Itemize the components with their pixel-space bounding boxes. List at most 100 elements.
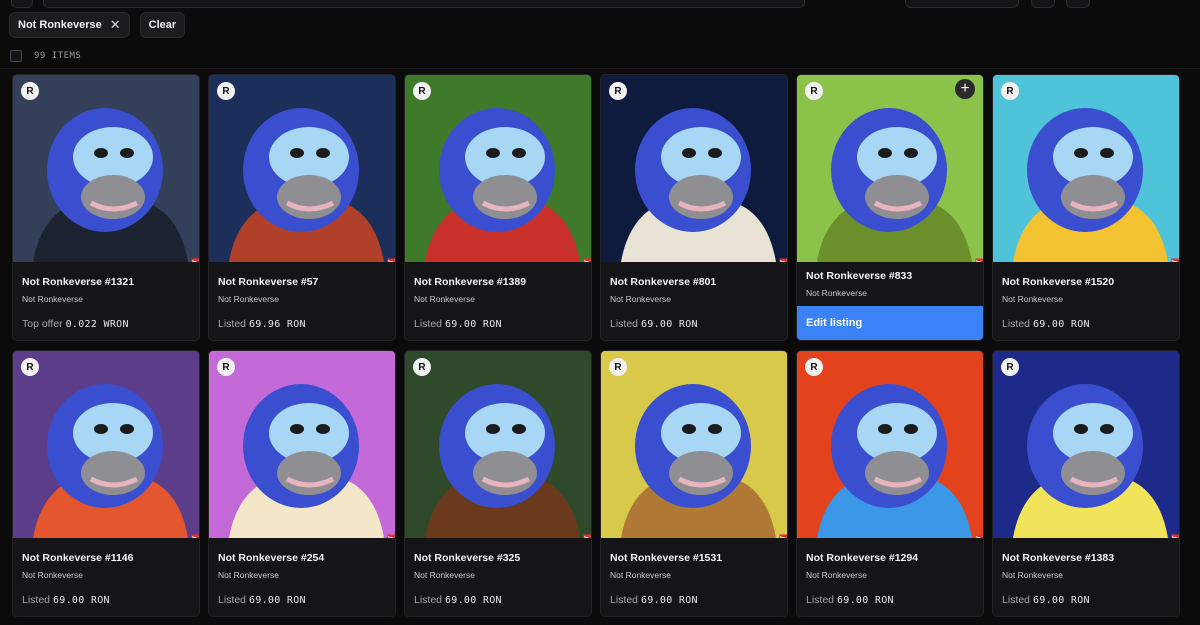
price-label: Listed xyxy=(414,594,443,606)
price-value: 69.96 RON xyxy=(248,319,306,330)
price-label: Listed xyxy=(414,318,443,330)
search-bar[interactable] xyxy=(43,0,805,8)
filter-chip[interactable]: Not Ronkeverse ✕ xyxy=(9,12,130,38)
price-row: Listed 69.00 RON xyxy=(414,594,502,606)
nft-card[interactable]: R FAN ART Not Ronkeverse #1531 Not Ronke… xyxy=(600,350,788,617)
nft-image[interactable]: R FAN ART xyxy=(209,351,395,538)
price-label: Listed xyxy=(1002,318,1031,330)
collection-name: Not Ronkeverse xyxy=(414,294,475,304)
price-label: Listed xyxy=(806,594,835,606)
edit-listing-button[interactable]: Edit listing xyxy=(797,306,983,340)
price-row: Listed 69.00 RON xyxy=(22,594,110,606)
fan-art-label: FAN ART xyxy=(387,258,395,262)
ronin-logo-icon: R xyxy=(217,82,235,100)
clear-filters-button[interactable]: Clear xyxy=(139,12,186,38)
nft-card[interactable]: R FAN ART Not Ronkeverse #325 Not Ronkev… xyxy=(404,350,592,617)
collection-name: Not Ronkeverse xyxy=(218,294,279,304)
fan-art-label: FAN ART xyxy=(191,534,199,538)
settings-button[interactable] xyxy=(1066,0,1090,8)
plus-icon[interactable]: + xyxy=(955,79,975,99)
price-row: Listed 69.00 RON xyxy=(1002,318,1090,330)
price-row: Listed 69.00 RON xyxy=(610,318,698,330)
nft-name: Not Ronkeverse #1146 xyxy=(22,552,134,564)
item-count-row: 99 ITEMS xyxy=(10,50,81,62)
collection-name: Not Ronkeverse xyxy=(610,570,671,580)
fan-art-label: FAN ART xyxy=(387,534,395,538)
price-value: 69.00 RON xyxy=(52,595,110,606)
nft-card[interactable]: R FAN ART Not Ronkeverse #801 Not Ronkev… xyxy=(600,74,788,341)
nft-card[interactable]: R + FAN ART Not Ronkeverse #833 Not Ronk… xyxy=(796,74,984,341)
collection-name: Not Ronkeverse xyxy=(22,570,83,580)
price-label: Listed xyxy=(218,318,247,330)
nft-card[interactable]: R FAN ART Not Ronkeverse #254 Not Ronkev… xyxy=(208,350,396,617)
fan-art-label: FAN ART xyxy=(1171,258,1179,262)
price-value: 69.00 RON xyxy=(1032,319,1090,330)
nft-card[interactable]: R FAN ART Not Ronkeverse #1294 Not Ronke… xyxy=(796,350,984,617)
view-toggle[interactable] xyxy=(1031,0,1055,8)
nft-image[interactable]: R FAN ART xyxy=(601,75,787,262)
ronin-logo-icon: R xyxy=(805,358,823,376)
nft-name: Not Ronkeverse #1321 xyxy=(22,276,135,288)
collection-name: Not Ronkeverse xyxy=(414,570,475,580)
nft-image[interactable]: R FAN ART xyxy=(405,75,591,262)
nft-image[interactable]: R FAN ART xyxy=(13,75,199,262)
ronin-logo-icon: R xyxy=(609,358,627,376)
sort-dropdown[interactable] xyxy=(905,0,1019,8)
nft-image[interactable]: R FAN ART xyxy=(601,351,787,538)
ronin-logo-icon: R xyxy=(413,82,431,100)
nft-image[interactable]: R FAN ART xyxy=(993,75,1179,262)
fan-art-label: FAN ART xyxy=(583,258,591,262)
nft-name: Not Ronkeverse #801 xyxy=(610,276,717,288)
nft-card[interactable]: R FAN ART Not Ronkeverse #57 Not Ronkeve… xyxy=(208,74,396,341)
nft-image[interactable]: R FAN ART xyxy=(13,351,199,538)
price-value: 69.00 RON xyxy=(444,595,502,606)
nft-card[interactable]: R FAN ART Not Ronkeverse #1520 Not Ronke… xyxy=(992,74,1180,341)
price-label: Listed xyxy=(610,594,639,606)
price-label: Listed xyxy=(218,594,247,606)
ronin-logo-icon: R xyxy=(805,82,823,100)
collection-name: Not Ronkeverse xyxy=(806,570,867,580)
ronin-logo-icon: R xyxy=(217,358,235,376)
price-value: 69.00 RON xyxy=(640,319,698,330)
collection-name: Not Ronkeverse xyxy=(1002,570,1063,580)
fan-art-label: FAN ART xyxy=(975,534,983,538)
nft-name: Not Ronkeverse #1520 xyxy=(1002,276,1115,288)
collection-name: Not Ronkeverse xyxy=(22,294,83,304)
nft-name: Not Ronkeverse #1531 xyxy=(610,552,723,564)
nft-image[interactable]: R FAN ART xyxy=(993,351,1179,538)
ronin-logo-icon: R xyxy=(21,82,39,100)
nft-card[interactable]: R FAN ART Not Ronkeverse #1383 Not Ronke… xyxy=(992,350,1180,617)
nft-name: Not Ronkeverse #1383 xyxy=(1002,552,1115,564)
nft-grid: R FAN ART Not Ronkeverse #1321 Not Ronke… xyxy=(12,74,1180,617)
top-control-left[interactable] xyxy=(11,0,33,8)
nft-image[interactable]: R FAN ART xyxy=(797,351,983,538)
price-label: Listed xyxy=(22,594,51,606)
price-row: Top offer 0.022 WRON xyxy=(22,318,129,330)
ronin-logo-icon: R xyxy=(609,82,627,100)
select-all-checkbox[interactable] xyxy=(10,50,22,62)
nft-image[interactable]: R FAN ART xyxy=(209,75,395,262)
active-filters: Not Ronkeverse ✕ Clear xyxy=(9,12,186,38)
nft-name: Not Ronkeverse #833 xyxy=(806,270,913,282)
fan-art-label: FAN ART xyxy=(779,534,787,538)
nft-name: Not Ronkeverse #57 xyxy=(218,276,319,288)
price-row: Listed 69.00 RON xyxy=(1002,594,1090,606)
price-value: 0.022 WRON xyxy=(65,319,129,330)
nft-name: Not Ronkeverse #1294 xyxy=(806,552,919,564)
nft-card[interactable]: R FAN ART Not Ronkeverse #1389 Not Ronke… xyxy=(404,74,592,341)
fan-art-label: FAN ART xyxy=(191,258,199,262)
filter-chip-label: Not Ronkeverse xyxy=(18,19,102,31)
collection-name: Not Ronkeverse xyxy=(1002,294,1063,304)
close-icon[interactable]: ✕ xyxy=(110,17,121,33)
nft-image[interactable]: R + FAN ART xyxy=(797,75,983,262)
nft-name: Not Ronkeverse #325 xyxy=(414,552,521,564)
nft-card[interactable]: R FAN ART Not Ronkeverse #1146 Not Ronke… xyxy=(12,350,200,617)
fan-art-label: FAN ART xyxy=(779,258,787,262)
nft-image[interactable]: R FAN ART xyxy=(405,351,591,538)
price-value: 69.00 RON xyxy=(640,595,698,606)
nft-name: Not Ronkeverse #254 xyxy=(218,552,325,564)
nft-card[interactable]: R FAN ART Not Ronkeverse #1321 Not Ronke… xyxy=(12,74,200,341)
nft-name: Not Ronkeverse #1389 xyxy=(414,276,527,288)
divider xyxy=(0,68,1200,69)
fan-art-label: FAN ART xyxy=(975,258,983,262)
